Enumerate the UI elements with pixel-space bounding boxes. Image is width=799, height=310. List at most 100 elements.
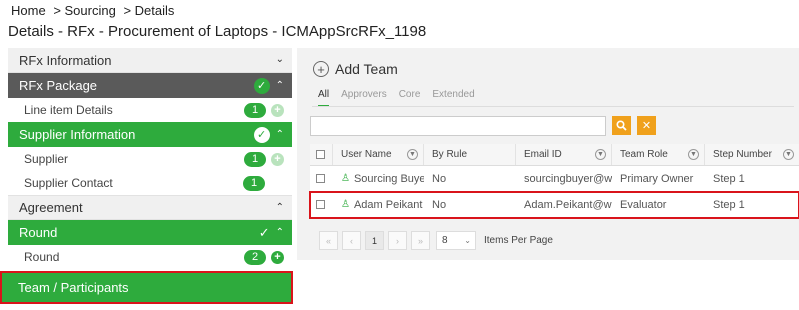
prev-page-icon[interactable]: ‹: [342, 231, 361, 250]
sidebar: RFx Information ⌄ RFx Package ✓ ⌃ Line i…: [8, 48, 292, 269]
add-team-button[interactable]: + Add Team: [313, 61, 398, 77]
team-grid: User Name ▼ By Rule Email ID ▼ Team Role ▼ …: [309, 144, 799, 219]
sidebar-item-team-participants[interactable]: Team / Participants: [0, 271, 293, 304]
chevron-down-icon: ⌄: [464, 236, 471, 245]
current-page-button[interactable]: 1: [365, 231, 384, 250]
section-label: RFx Package: [19, 78, 98, 93]
filter-icon[interactable]: ▼: [688, 149, 699, 160]
tab-extended[interactable]: Extended: [432, 89, 474, 107]
filter-icon[interactable]: ▼: [783, 149, 794, 160]
items-per-page-value: 8: [442, 235, 448, 246]
section-label: Supplier Information: [19, 127, 136, 142]
section-rfx-information[interactable]: RFx Information ⌄: [8, 48, 292, 73]
breadcrumb-sourcing[interactable]: > Sourcing: [53, 3, 116, 18]
grid-header: User Name ▼ By Rule Email ID ▼ Team Role ▼ …: [310, 144, 799, 166]
user-name: Sourcing Buyer: [353, 172, 424, 185]
step-number-cell: Step 1: [713, 172, 745, 185]
sidebar-item-label: Supplier Contact: [24, 176, 113, 190]
search-button[interactable]: [612, 116, 631, 135]
breadcrumb-details: > Details: [123, 3, 175, 18]
by-rule-cell: No: [432, 172, 447, 185]
column-header-user-name[interactable]: User Name ▼: [333, 144, 424, 165]
count-badge: 1: [244, 151, 266, 167]
section-rfx-package[interactable]: RFx Package ✓ ⌃: [8, 73, 292, 98]
team-role-cell: Evaluator: [620, 198, 667, 211]
sidebar-item-label: Supplier: [24, 152, 69, 166]
tab-core[interactable]: Core: [399, 89, 421, 107]
count-badge: 1: [244, 102, 266, 118]
sidebar-item-round[interactable]: Round 2 +: [8, 245, 292, 269]
chevron-down-icon[interactable]: ⌄: [276, 55, 284, 65]
add-circle-icon: +: [313, 61, 329, 77]
plus-circle-icon[interactable]: +: [271, 152, 284, 166]
select-all-checkbox[interactable]: [316, 150, 325, 159]
user-name-cell: ♙ Adam Peikant: [333, 192, 424, 217]
column-label: User Name: [341, 149, 392, 160]
plus-circle-icon[interactable]: +: [271, 250, 284, 264]
section-label: RFx Information: [19, 52, 112, 68]
page-title: Details - RFx - Procurement of Laptops -…: [8, 23, 427, 40]
breadcrumb: Home > Sourcing > Details: [11, 3, 178, 18]
chevron-up-icon[interactable]: ⌃: [276, 80, 284, 91]
column-label: Step Number: [713, 149, 772, 160]
section-agreement[interactable]: Agreement ⌃: [8, 195, 292, 220]
breadcrumb-home[interactable]: Home: [11, 3, 46, 18]
row-select-cell: [310, 192, 333, 217]
plus-circle-icon[interactable]: +: [271, 103, 284, 117]
clear-search-button[interactable]: ✕: [637, 116, 656, 135]
search-input[interactable]: [310, 116, 606, 136]
row-checkbox[interactable]: [316, 200, 325, 209]
by-rule-cell: No: [432, 198, 447, 211]
email-cell: Adam.Peikant@w...: [524, 198, 612, 211]
column-label: Email ID: [524, 149, 562, 160]
team-panel: + Add Team All Approvers Core Extended ✕…: [297, 48, 799, 260]
section-round[interactable]: Round ✓ ⌃: [8, 220, 292, 245]
column-label: By Rule: [432, 149, 468, 160]
tab-approvers[interactable]: Approvers: [341, 89, 387, 107]
select-all-cell: [310, 144, 333, 165]
count-badge: 1: [243, 175, 265, 191]
tab-all[interactable]: All: [318, 89, 330, 107]
tabs-divider: [312, 106, 794, 107]
last-page-icon[interactable]: »: [411, 231, 430, 250]
row-select-cell: [310, 166, 333, 191]
user-icon: ♙: [341, 199, 350, 210]
user-name: Adam Peikant: [353, 198, 423, 211]
user-name-cell: ♙ Sourcing Buyer: [333, 166, 424, 191]
table-row[interactable]: ♙ Sourcing Buyer No sourcingbuyer@w... Pr…: [310, 166, 799, 192]
sidebar-item-label: Round: [24, 250, 60, 264]
team-tabs: All Approvers Core Extended: [318, 89, 475, 107]
add-team-label: Add Team: [335, 61, 398, 77]
pagination: « ‹ 1 › » 8 ⌄ Items Per Page: [319, 231, 553, 250]
sidebar-item-line-item-details[interactable]: Line item Details 1 +: [8, 98, 292, 122]
search-icon: [616, 120, 627, 131]
section-label: Round: [19, 225, 58, 240]
table-row[interactable]: ♙ Adam Peikant No Adam.Peikant@w... Evalu…: [309, 191, 799, 219]
column-header-email-id[interactable]: Email ID ▼: [516, 144, 612, 165]
column-header-team-role[interactable]: Team Role ▼: [612, 144, 705, 165]
email-cell: sourcingbuyer@w...: [524, 172, 612, 185]
section-supplier-information[interactable]: Supplier Information ✓ ⌃: [8, 122, 292, 147]
check-circle-icon: ✓: [253, 126, 270, 143]
chevron-up-icon[interactable]: ⌃: [276, 202, 284, 213]
chevron-up-icon[interactable]: ⌃: [276, 227, 284, 238]
filter-icon[interactable]: ▼: [595, 149, 606, 160]
team-role-cell: Primary Owner: [620, 172, 694, 185]
first-page-icon[interactable]: «: [319, 231, 338, 250]
sidebar-item-supplier[interactable]: Supplier 1 +: [8, 147, 292, 171]
check-circle-icon: ✓: [253, 77, 270, 94]
close-icon: ✕: [641, 120, 652, 132]
filter-icon[interactable]: ▼: [407, 149, 418, 160]
column-header-by-rule[interactable]: By Rule: [424, 144, 516, 165]
count-badge: 2: [244, 249, 266, 265]
step-number-cell: Step 1: [713, 198, 745, 211]
items-per-page-label: Items Per Page: [484, 235, 553, 246]
section-label: Agreement: [19, 200, 83, 215]
sidebar-item-supplier-contact[interactable]: Supplier Contact 1: [8, 171, 292, 195]
column-label: Team Role: [620, 149, 668, 160]
row-checkbox[interactable]: [316, 174, 325, 183]
chevron-up-icon[interactable]: ⌃: [276, 129, 284, 140]
column-header-step-number[interactable]: Step Number ▼: [705, 144, 799, 165]
items-per-page-select[interactable]: 8 ⌄: [436, 231, 476, 250]
next-page-icon[interactable]: ›: [388, 231, 407, 250]
